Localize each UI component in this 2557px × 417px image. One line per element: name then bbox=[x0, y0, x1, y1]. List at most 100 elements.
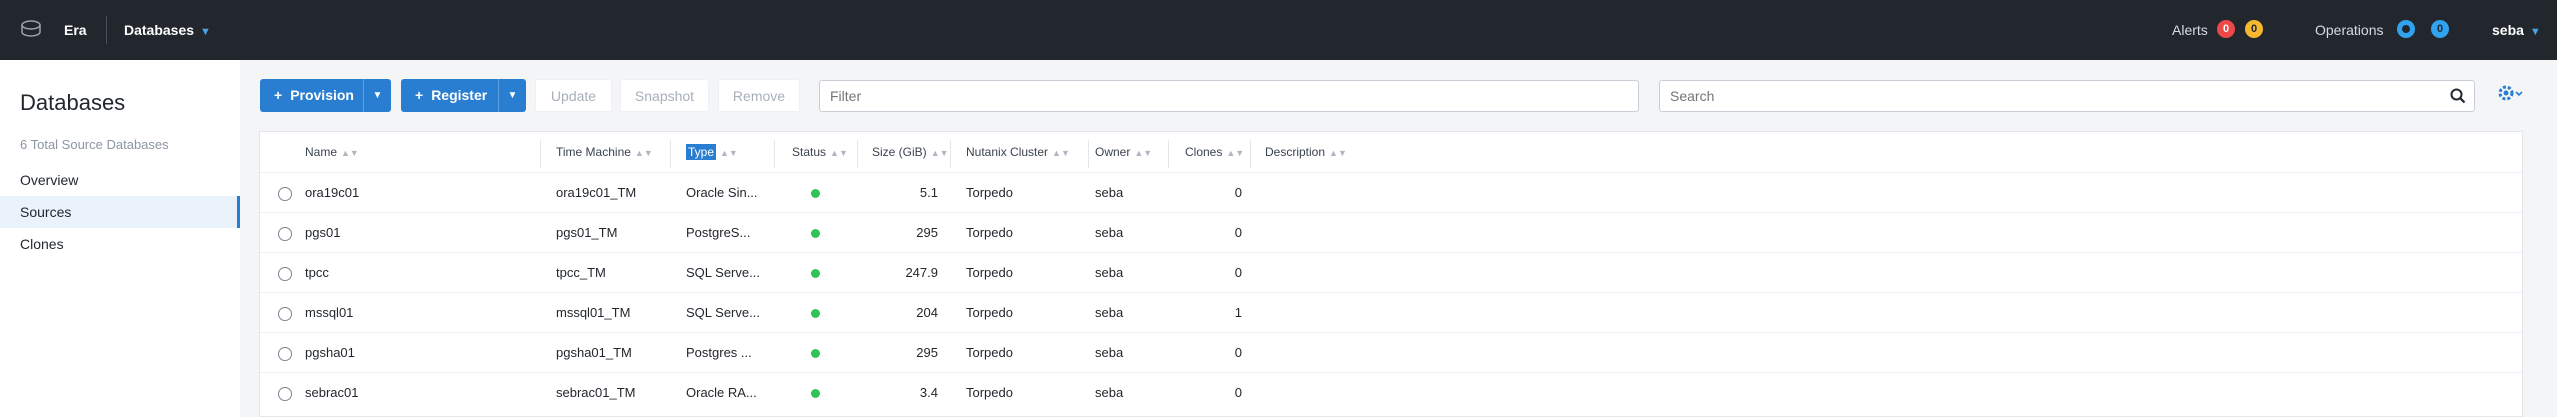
column-header-time-machine[interactable]: Time Machine ▲▼ bbox=[556, 145, 653, 159]
remove-button[interactable]: Remove bbox=[718, 79, 800, 112]
cell-cluster: Torpedo bbox=[966, 305, 1013, 320]
cell-cluster: Torpedo bbox=[966, 185, 1013, 200]
operations-running-icon[interactable] bbox=[2397, 20, 2415, 38]
cell-type: Postgres ... bbox=[686, 345, 752, 360]
cell-owner: seba bbox=[1095, 225, 1124, 240]
row-select-radio[interactable] bbox=[278, 187, 292, 201]
table-row[interactable]: mssql01 mssql01_TM SQL Serve... 204 Torp… bbox=[260, 292, 2522, 332]
column-header-clones[interactable]: Clones ▲▼ bbox=[1185, 145, 1244, 159]
alerts-label[interactable]: Alerts bbox=[2172, 22, 2208, 38]
column-header-type[interactable]: Type ▲▼ bbox=[686, 144, 738, 160]
column-header-size[interactable]: Size (GiB) ▲▼ bbox=[872, 145, 949, 159]
plus-icon: + bbox=[415, 87, 424, 103]
cell-owner: seba bbox=[1095, 305, 1124, 320]
status-indicator-icon bbox=[811, 229, 820, 238]
cell-cluster: Torpedo bbox=[966, 265, 1013, 280]
column-divider bbox=[857, 140, 858, 168]
sort-icon: ▲▼ bbox=[830, 148, 848, 158]
search-input[interactable] bbox=[1659, 80, 2475, 112]
cell-size: 204 bbox=[916, 305, 938, 320]
sidebar-item-overview[interactable]: Overview bbox=[0, 164, 240, 196]
topbar-divider bbox=[106, 16, 107, 44]
cell-cluster: Torpedo bbox=[966, 345, 1013, 360]
operations-count-badge[interactable]: 0 bbox=[2431, 20, 2449, 38]
user-name: seba bbox=[2492, 22, 2524, 38]
sidebar-item-sources[interactable]: Sources bbox=[0, 196, 240, 228]
search-icon[interactable] bbox=[2450, 88, 2466, 104]
operations-label[interactable]: Operations bbox=[2315, 22, 2383, 38]
cell-size: 3.4 bbox=[919, 385, 938, 400]
alerts-warning-badge[interactable]: 0 bbox=[2245, 20, 2263, 38]
cell-clones: 0 bbox=[1234, 265, 1242, 280]
sidebar: Databases 6 Total Source Databases Overv… bbox=[0, 60, 240, 417]
cell-clones: 0 bbox=[1234, 185, 1242, 200]
cell-name[interactable]: tpcc bbox=[305, 265, 329, 280]
column-header-description[interactable]: Description ▲▼ bbox=[1265, 145, 1347, 159]
gear-icon[interactable] bbox=[2496, 82, 2526, 104]
table-row[interactable]: sebrac01 sebrac01_TM Oracle RA... 3.4 To… bbox=[260, 372, 2522, 412]
sort-icon: ▲▼ bbox=[634, 148, 653, 158]
column-divider bbox=[670, 140, 671, 168]
update-button[interactable]: Update bbox=[535, 79, 612, 112]
provision-dropdown-caret[interactable]: ▼ bbox=[363, 79, 391, 112]
databases-table: Name ▲▼ Time Machine ▲▼ Type ▲▼ Status ▲▼ Si… bbox=[259, 131, 2523, 417]
status-indicator-icon bbox=[811, 189, 820, 198]
cell-time-machine[interactable]: tpcc_TM bbox=[556, 265, 606, 280]
cell-time-machine[interactable]: mssql01_TM bbox=[556, 305, 630, 320]
row-select-radio[interactable] bbox=[278, 307, 292, 321]
cell-size: 295 bbox=[916, 345, 938, 360]
cell-clones[interactable]: 1 bbox=[1200, 305, 1242, 320]
table-row[interactable]: pgsha01 pgsha01_TM Postgres ... 295 Torp… bbox=[260, 332, 2522, 372]
row-select-radio[interactable] bbox=[278, 347, 292, 361]
provision-button[interactable]: + Provision ▼ bbox=[260, 79, 391, 112]
filter-input[interactable] bbox=[819, 80, 1639, 112]
snapshot-button[interactable]: Snapshot bbox=[620, 79, 709, 112]
cell-time-machine[interactable]: pgs01_TM bbox=[556, 225, 617, 240]
column-header-name[interactable]: Name ▲▼ bbox=[305, 145, 359, 159]
databases-nav-menu[interactable]: Databases ▼ bbox=[124, 22, 211, 38]
column-divider bbox=[1250, 140, 1251, 168]
column-divider bbox=[1168, 140, 1169, 168]
column-header-cluster[interactable]: Nutanix Cluster ▲▼ bbox=[966, 145, 1070, 159]
chevron-down-icon: ▼ bbox=[200, 26, 211, 38]
cell-owner: seba bbox=[1095, 345, 1124, 360]
table-row[interactable]: pgs01 pgs01_TM PostgreS... 295 Torpedo s… bbox=[260, 212, 2522, 252]
cell-size: 247.9 bbox=[905, 265, 938, 280]
cell-type: SQL Serve... bbox=[686, 265, 760, 280]
status-indicator-icon bbox=[811, 269, 820, 278]
column-divider bbox=[540, 140, 541, 168]
cell-time-machine[interactable]: sebrac01_TM bbox=[556, 385, 635, 400]
page-title: Databases bbox=[20, 90, 126, 115]
column-header-owner[interactable]: Owner ▲▼ bbox=[1095, 145, 1152, 159]
column-divider bbox=[774, 140, 775, 168]
cell-owner: seba bbox=[1095, 385, 1124, 400]
table-row[interactable]: tpcc tpcc_TM SQL Serve... 247.9 Torpedo … bbox=[260, 252, 2522, 292]
cell-name[interactable]: pgs01 bbox=[305, 225, 340, 240]
era-logo-icon[interactable] bbox=[18, 16, 44, 42]
cell-name[interactable]: pgsha01 bbox=[305, 345, 355, 360]
register-button[interactable]: + Register ▼ bbox=[401, 79, 526, 112]
sort-icon: ▲▼ bbox=[1134, 148, 1153, 158]
alerts-critical-badge[interactable]: 0 bbox=[2217, 20, 2235, 38]
row-select-radio[interactable] bbox=[278, 267, 292, 281]
register-dropdown-caret[interactable]: ▼ bbox=[498, 79, 526, 112]
cell-size: 295 bbox=[916, 225, 938, 240]
cell-owner: seba bbox=[1095, 265, 1124, 280]
row-select-radio[interactable] bbox=[278, 227, 292, 241]
app-name: Era bbox=[64, 22, 87, 38]
cell-time-machine[interactable]: pgsha01_TM bbox=[556, 345, 632, 360]
status-indicator-icon bbox=[811, 349, 820, 358]
sort-icon: ▲▼ bbox=[930, 148, 949, 158]
cell-cluster: Torpedo bbox=[966, 225, 1013, 240]
column-header-status[interactable]: Status ▲▼ bbox=[792, 145, 848, 159]
user-menu[interactable]: seba ▼ bbox=[2492, 22, 2541, 38]
cell-type: Oracle Sin... bbox=[686, 185, 758, 200]
cell-name[interactable]: sebrac01 bbox=[305, 385, 358, 400]
sidebar-item-clones[interactable]: Clones bbox=[0, 228, 240, 260]
cell-owner: seba bbox=[1095, 185, 1124, 200]
cell-name[interactable]: mssql01 bbox=[305, 305, 353, 320]
cell-name[interactable]: ora19c01 bbox=[305, 185, 359, 200]
cell-time-machine[interactable]: ora19c01_TM bbox=[556, 185, 636, 200]
row-select-radio[interactable] bbox=[278, 387, 292, 401]
table-row[interactable]: ora19c01 ora19c01_TM Oracle Sin... 5.1 T… bbox=[260, 172, 2522, 212]
